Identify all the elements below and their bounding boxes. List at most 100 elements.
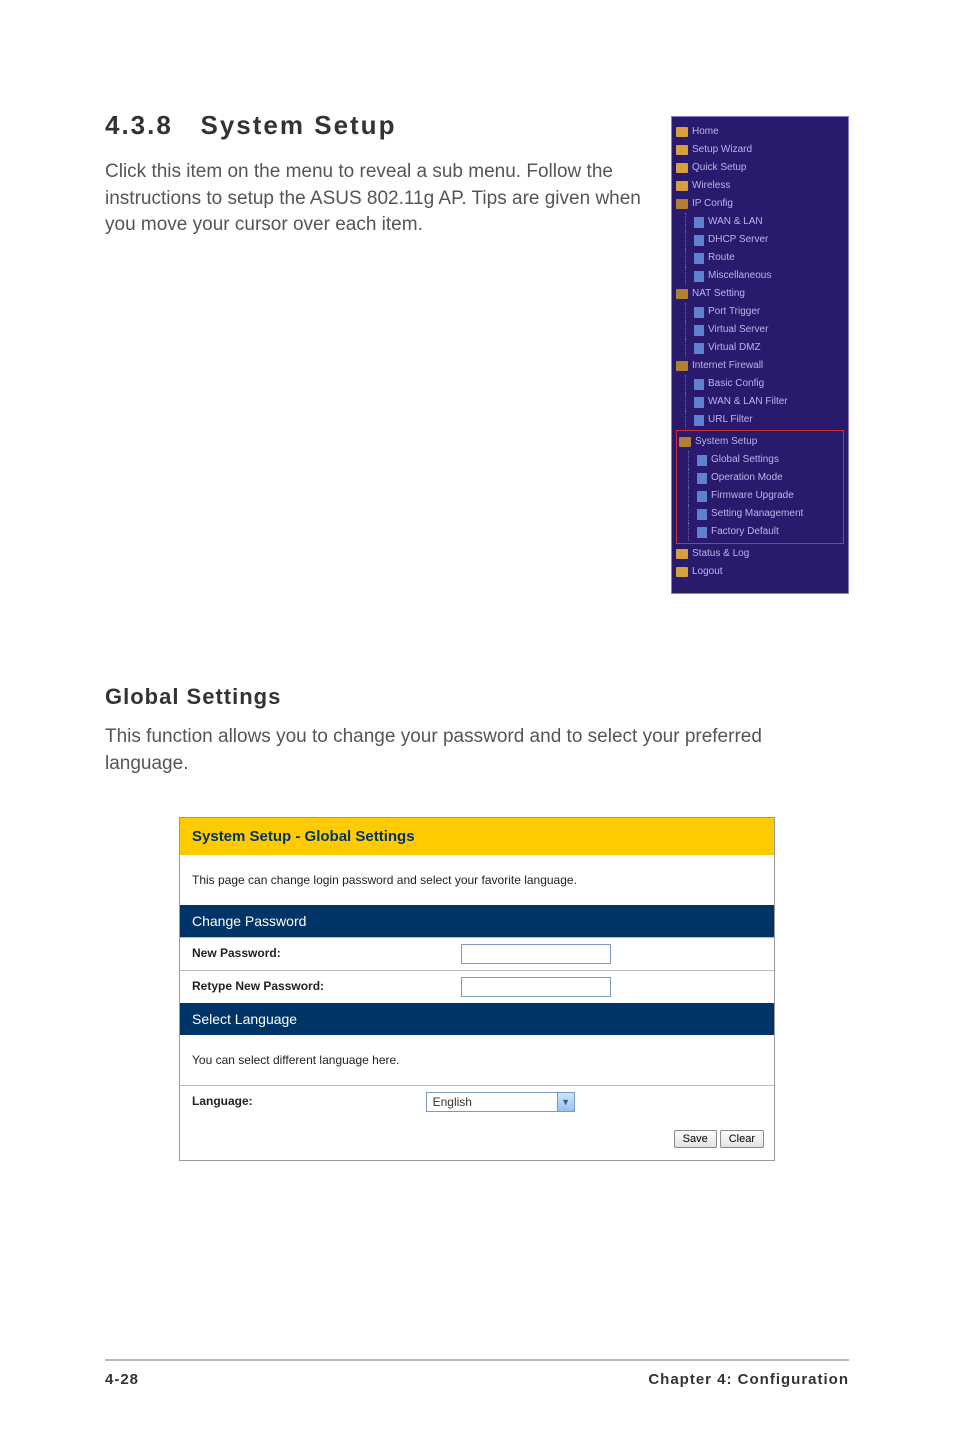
new-password-input[interactable]	[461, 944, 611, 964]
nav-item-wan-lan[interactable]: WAN & LAN	[676, 213, 844, 231]
folder-open-icon	[676, 361, 688, 371]
nav-item-route[interactable]: Route	[676, 249, 844, 267]
folder-open-icon	[679, 437, 691, 447]
folder-icon	[676, 567, 688, 577]
nav-item-virtual-server[interactable]: Virtual Server	[676, 321, 844, 339]
nav-item-factory-default[interactable]: Factory Default	[679, 523, 841, 541]
document-icon	[694, 325, 704, 336]
nav-item-virtual-dmz[interactable]: Virtual DMZ	[676, 339, 844, 357]
document-icon	[694, 235, 704, 246]
folder-icon	[676, 181, 688, 191]
nav-item-nat-setting[interactable]: NAT Setting	[676, 285, 844, 303]
nav-label: Virtual DMZ	[708, 340, 761, 356]
nav-label: Virtual Server	[708, 322, 768, 338]
nav-tree: Home Setup Wizard Quick Setup Wireless IP Co…	[671, 116, 849, 594]
document-icon	[694, 397, 704, 408]
nav-item-operation-mode[interactable]: Operation Mode	[679, 469, 841, 487]
nav-item-home[interactable]: Home	[676, 123, 844, 141]
retype-password-label: Retype New Password:	[180, 971, 453, 1003]
folder-open-icon	[676, 289, 688, 299]
nav-label: URL Filter	[708, 412, 753, 428]
section-title: System Setup	[201, 110, 397, 140]
save-button[interactable]: Save	[674, 1130, 717, 1148]
document-icon	[697, 527, 707, 538]
document-icon	[697, 491, 707, 502]
nav-label: Internet Firewall	[692, 358, 763, 374]
document-icon	[697, 455, 707, 466]
nav-label: Logout	[692, 564, 723, 580]
select-language-desc: You can select different language here.	[180, 1035, 774, 1085]
nav-item-firmware-upgrade[interactable]: Firmware Upgrade	[679, 487, 841, 505]
subsection-desc: This function allows you to change your …	[105, 724, 849, 777]
nav-label: Global Settings	[711, 452, 779, 468]
nav-item-status-log[interactable]: Status & Log	[676, 545, 844, 563]
folder-icon	[676, 163, 688, 173]
nav-label: Quick Setup	[692, 160, 746, 176]
nav-label: WAN & LAN	[708, 214, 763, 230]
subsection-heading: Global Settings	[105, 684, 849, 710]
nav-label: IP Config	[692, 196, 733, 212]
retype-password-input[interactable]	[461, 977, 611, 997]
language-value: English	[427, 1093, 557, 1111]
nav-item-port-trigger[interactable]: Port Trigger	[676, 303, 844, 321]
document-icon	[697, 473, 707, 484]
document-icon	[697, 509, 707, 520]
change-password-header: Change Password	[180, 905, 774, 937]
nav-label: DHCP Server	[708, 232, 768, 248]
nav-label: NAT Setting	[692, 286, 745, 302]
nav-label: Miscellaneous	[708, 268, 771, 284]
document-icon	[694, 253, 704, 264]
nav-item-global-settings[interactable]: Global Settings	[679, 451, 841, 469]
folder-icon	[676, 145, 688, 155]
chevron-down-icon: ▼	[557, 1093, 574, 1111]
document-icon	[694, 217, 704, 228]
settings-title: System Setup - Global Settings	[180, 818, 774, 855]
section-heading: 4.3.8 System Setup	[105, 110, 671, 141]
nav-item-basic-config[interactable]: Basic Config	[676, 375, 844, 393]
nav-label: Port Trigger	[708, 304, 760, 320]
document-icon	[694, 343, 704, 354]
folder-icon	[676, 127, 688, 137]
nav-label: WAN & LAN Filter	[708, 394, 788, 410]
nav-label: Basic Config	[708, 376, 764, 392]
clear-button[interactable]: Clear	[720, 1130, 764, 1148]
nav-label: Firmware Upgrade	[711, 488, 794, 504]
nav-item-wan-lan-filter[interactable]: WAN & LAN Filter	[676, 393, 844, 411]
nav-highlight-system-setup: System Setup Global Settings Operation Mod…	[676, 430, 844, 544]
nav-label: Factory Default	[711, 524, 779, 540]
nav-item-ip-config[interactable]: IP Config	[676, 195, 844, 213]
document-icon	[694, 415, 704, 426]
settings-panel: System Setup - Global Settings This page…	[179, 817, 775, 1161]
nav-label: Status & Log	[692, 546, 749, 562]
language-select[interactable]: English ▼	[426, 1092, 575, 1112]
page-footer: 4-28 Chapter 4: Configuration	[105, 1359, 849, 1388]
nav-label: Operation Mode	[711, 470, 783, 486]
nav-label: Setting Management	[711, 506, 803, 522]
select-language-header: Select Language	[180, 1003, 774, 1035]
page-number: 4-28	[105, 1371, 139, 1388]
nav-item-url-filter[interactable]: URL Filter	[676, 411, 844, 429]
nav-item-dhcp-server[interactable]: DHCP Server	[676, 231, 844, 249]
nav-item-internet-firewall[interactable]: Internet Firewall	[676, 357, 844, 375]
nav-item-setup-wizard[interactable]: Setup Wizard	[676, 141, 844, 159]
nav-label: Home	[692, 124, 719, 140]
document-icon	[694, 271, 704, 282]
nav-item-miscellaneous[interactable]: Miscellaneous	[676, 267, 844, 285]
folder-open-icon	[676, 199, 688, 209]
nav-item-setting-management[interactable]: Setting Management	[679, 505, 841, 523]
nav-label: Route	[708, 250, 735, 266]
nav-item-wireless[interactable]: Wireless	[676, 177, 844, 195]
nav-item-system-setup[interactable]: System Setup	[679, 433, 841, 451]
nav-label: System Setup	[695, 434, 757, 450]
document-icon	[694, 307, 704, 318]
chapter-label: Chapter 4: Configuration	[648, 1371, 849, 1388]
nav-label: Wireless	[692, 178, 730, 194]
nav-label: Setup Wizard	[692, 142, 752, 158]
nav-item-logout[interactable]: Logout	[676, 563, 844, 581]
settings-desc: This page can change login password and …	[180, 855, 774, 905]
new-password-label: New Password:	[180, 938, 453, 970]
folder-icon	[676, 549, 688, 559]
section-intro: Click this item on the menu to reveal a …	[105, 159, 645, 239]
nav-item-quick-setup[interactable]: Quick Setup	[676, 159, 844, 177]
language-label: Language:	[180, 1086, 418, 1118]
